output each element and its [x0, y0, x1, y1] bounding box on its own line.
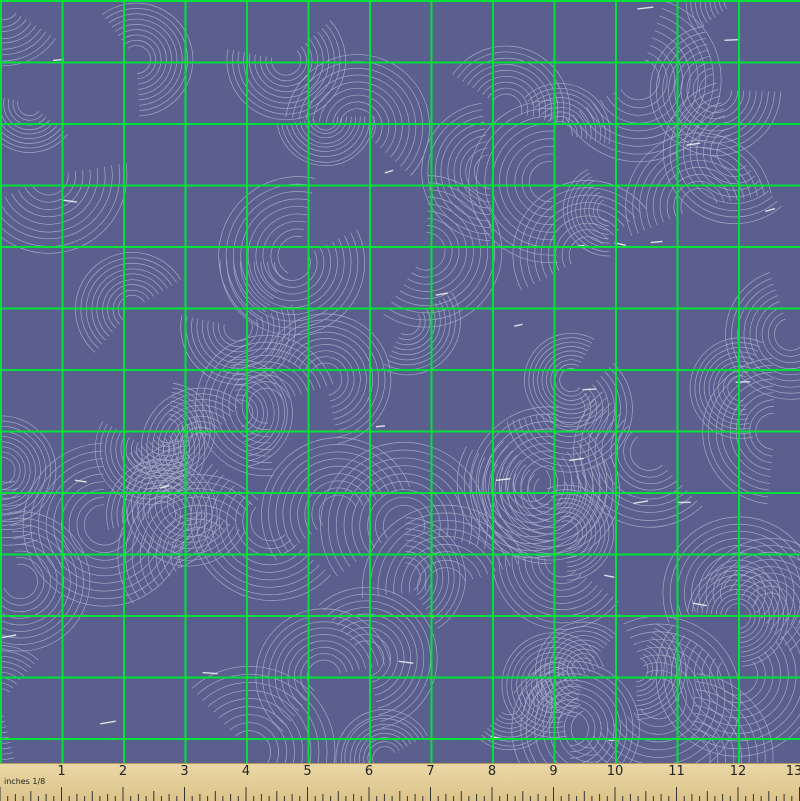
ruler-number: 5 — [303, 765, 311, 779]
fabric-pattern — [0, 0, 800, 763]
ruler-unit-label: inches 1/8 — [4, 777, 45, 786]
ruler-number: 13 — [786, 765, 800, 779]
ruler-number: 4 — [242, 765, 250, 779]
ruler-number: 9 — [549, 765, 557, 779]
ruler-number: 1 — [57, 765, 65, 779]
ruler-number: 3 — [180, 765, 188, 779]
ruler-number: 7 — [426, 765, 434, 779]
ruler-number: 11 — [668, 765, 685, 779]
ruler-number: 6 — [365, 765, 373, 779]
ruler-number: 2 — [119, 765, 127, 779]
ruler-number: 10 — [607, 765, 624, 779]
ruler-number: 8 — [488, 765, 496, 779]
ruler-number: 12 — [730, 765, 747, 779]
measuring-ruler: inches 1/8 12345678910111213 — [0, 763, 800, 801]
fabric-swatch — [0, 0, 800, 763]
